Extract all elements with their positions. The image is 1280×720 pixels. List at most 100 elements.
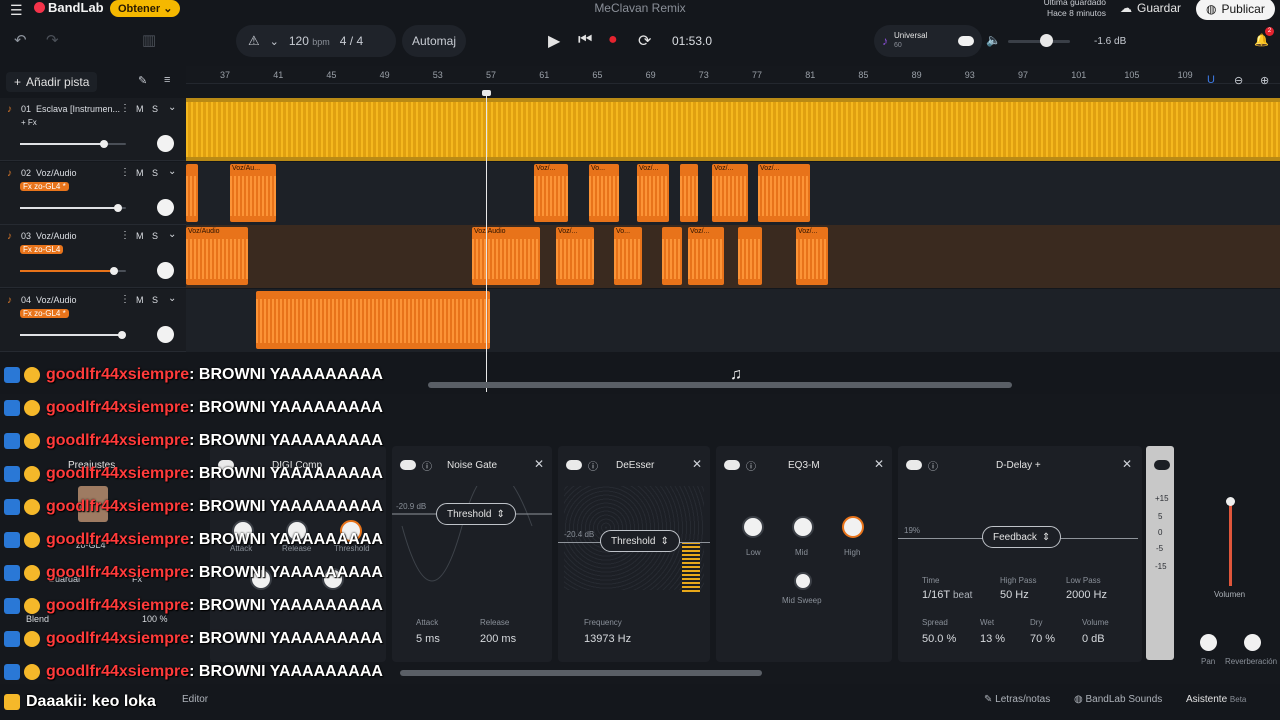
highpass-value[interactable]: 50 Hz [1000, 589, 1029, 601]
close-icon[interactable]: ✕ [534, 457, 544, 471]
save-button[interactable]: ☁ Guardar [1112, 0, 1189, 18]
time-signature[interactable]: 4 / 4 [340, 34, 363, 48]
feedback-button[interactable]: Feedback ⇕ [982, 526, 1062, 548]
add-fx-button[interactable]: + Fx [21, 118, 37, 127]
instrumental-clip[interactable] [186, 102, 1280, 157]
instrument-selector[interactable]: ♪ Universal 60 [874, 25, 982, 57]
playhead[interactable] [486, 92, 487, 392]
piano-icon[interactable]: ▥ [142, 31, 156, 49]
timeline-scrollbar[interactable] [428, 382, 1012, 388]
deesser-card[interactable]: ⓘ DeEsser ✕ -20.4 dB Threshold ⇕ Frequenc… [558, 446, 710, 662]
audio-clip[interactable] [738, 227, 762, 285]
bandlab-sounds-button[interactable]: ◍ BandLab Sounds [1074, 694, 1162, 705]
chevron-down-icon[interactable]: ⌄ [168, 293, 176, 304]
metronome-icon[interactable]: ⚠ [248, 33, 260, 49]
wet-value[interactable]: 13 % [980, 633, 1005, 645]
track-volume-handle[interactable] [118, 331, 126, 339]
solo-button[interactable]: S [152, 231, 158, 241]
lane-2[interactable]: Voz/Au... Voz/... Vo... Voz/... Voz/... … [186, 162, 1280, 225]
chevron-down-icon[interactable]: ⌄ [270, 35, 279, 48]
editor-tab[interactable]: Editor [182, 694, 208, 705]
track-header-3[interactable]: ♪ 03 Voz/Audio ⋮ M S ⌄ Fx zo-GL4 [0, 225, 186, 288]
instrument-toggle[interactable] [958, 36, 974, 46]
project-title[interactable]: MeClavan Remix [560, 1, 720, 15]
audio-clip[interactable]: Voz/... [796, 227, 828, 285]
eq-toggle[interactable] [724, 460, 740, 470]
master-volume-slider[interactable] [1008, 40, 1070, 43]
undo-icon[interactable]: ↶ [14, 31, 27, 49]
track-volume-handle[interactable] [100, 140, 108, 148]
track-pan-knob[interactable] [157, 262, 174, 279]
meter-toggle[interactable] [1154, 460, 1170, 470]
solo-button[interactable]: S [152, 104, 158, 114]
track-pan-knob[interactable] [157, 135, 174, 152]
eq3m-card[interactable]: ⓘ EQ3-M ✕ Low Mid High Mid Sweep [716, 446, 892, 662]
track-name[interactable]: Voz/Audio [36, 168, 77, 178]
fx-preset-badge[interactable]: Fx zo-GL4 * [20, 309, 69, 318]
low-knob[interactable] [742, 516, 764, 538]
loop-icon[interactable]: ⟳ [638, 31, 651, 51]
automation-button[interactable]: Automaj [402, 25, 466, 57]
info-icon[interactable]: ⓘ [588, 458, 598, 473]
frequency-value[interactable]: 13973 Hz [584, 633, 631, 645]
track-header-2[interactable]: ♪ 02 Voz/Audio ⋮ M S ⌄ Fx zo-GL4 * [0, 162, 186, 225]
master-volume-knob[interactable] [1040, 34, 1053, 47]
mute-button[interactable]: M [136, 231, 144, 241]
speaker-icon[interactable]: 🔈 [986, 33, 1001, 47]
close-icon[interactable]: ✕ [692, 457, 702, 471]
lane-3[interactable]: Voz/Audio Voz/Audio Voz/... Vo... Voz/..… [186, 225, 1280, 288]
pan-knob[interactable] [1200, 634, 1217, 651]
publish-button[interactable]: ◍ Publicar [1196, 0, 1275, 20]
audio-clip[interactable]: Voz/... [758, 164, 810, 222]
audio-clip[interactable]: Voz/... [556, 227, 594, 285]
mid-sweep-knob[interactable] [794, 572, 812, 590]
track-volume-handle[interactable] [110, 267, 118, 275]
track-volume-slider[interactable] [20, 143, 126, 145]
more-icon[interactable]: ⋮ [120, 230, 130, 241]
mute-button[interactable]: M [136, 295, 144, 305]
settings-icon[interactable]: ≡ [164, 74, 170, 86]
lyrics-notes-button[interactable]: ✎ Letras/notas [984, 694, 1050, 705]
chevron-down-icon[interactable]: ⌄ [168, 229, 176, 240]
lowpass-value[interactable]: 2000 Hz [1066, 589, 1107, 601]
more-icon[interactable]: ⋮ [120, 103, 130, 114]
track-name[interactable]: Esclava [Instrumen... [36, 104, 120, 114]
assistant-button[interactable]: Asistente Beta [1186, 694, 1246, 705]
audio-clip[interactable] [186, 164, 198, 222]
close-icon[interactable]: ✕ [874, 457, 884, 471]
delay-toggle[interactable] [906, 460, 922, 470]
add-music-icon[interactable]: ♫ [730, 366, 742, 384]
threshold-button[interactable]: Threshold ⇕ [600, 530, 680, 552]
mute-button[interactable]: M [136, 104, 144, 114]
info-icon[interactable]: ⓘ [422, 458, 432, 473]
track-header-1[interactable]: ♪ 01 Esclava [Instrumen... ⋮ M S ⌄ + Fx [0, 98, 186, 161]
close-icon[interactable]: ✕ [1122, 457, 1132, 471]
playhead-handle[interactable] [482, 90, 491, 96]
audio-clip[interactable]: Vo... [614, 227, 642, 285]
obtener-button[interactable]: Obtener ⌄ [110, 0, 181, 17]
menu-icon[interactable]: ☰ [10, 2, 23, 19]
audio-clip[interactable]: Voz/... [534, 164, 568, 222]
fx-preset-badge[interactable]: Fx zo-GL4 * [20, 182, 69, 191]
track-volume-slider[interactable] [20, 207, 126, 209]
track-name[interactable]: Voz/Audio [36, 231, 77, 241]
track-pan-knob[interactable] [157, 199, 174, 216]
audio-clip[interactable]: Voz/Audio [472, 227, 540, 285]
chevron-down-icon[interactable]: ⌄ [168, 166, 176, 177]
effects-scrollbar[interactable] [400, 670, 762, 676]
brand-logo[interactable]: BandLab [34, 0, 104, 15]
track-name[interactable]: Voz/Audio [36, 295, 77, 305]
dry-value[interactable]: 70 % [1030, 633, 1055, 645]
spread-value[interactable]: 50.0 % [922, 633, 956, 645]
audio-clip[interactable]: Vo... [589, 164, 619, 222]
release-value[interactable]: 200 ms [480, 633, 516, 645]
ddelay-card[interactable]: ⓘ D-Delay + ✕ 19% Feedback ⇕ Time 1/16T b… [898, 446, 1142, 662]
audio-clip[interactable]: Voz/Au... [230, 164, 276, 222]
mute-button[interactable]: M [136, 168, 144, 178]
audio-clip[interactable] [680, 164, 698, 222]
deesser-toggle[interactable] [566, 460, 582, 470]
more-icon[interactable]: ⋮ [120, 294, 130, 305]
audio-clip[interactable] [256, 291, 490, 349]
track-volume-slider[interactable] [20, 334, 126, 336]
delay-time-value[interactable]: 1/16T beat [922, 589, 972, 601]
